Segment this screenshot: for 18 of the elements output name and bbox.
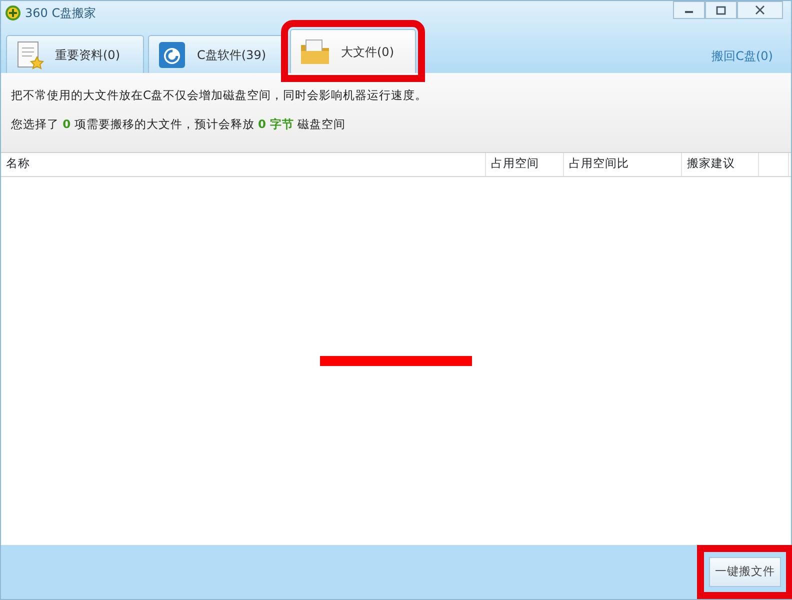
maximize-button[interactable]: [705, 1, 737, 19]
description-text: 把不常使用的大文件放在C盘不仅会增加磁盘空间，同时会影响机器运行速度。: [11, 87, 428, 104]
folder-icon: [299, 36, 331, 66]
document-star-icon: [15, 40, 45, 70]
close-button[interactable]: [737, 1, 783, 19]
column-header[interactable]: 占用空间: [486, 152, 564, 176]
disk-c-icon: [157, 40, 187, 70]
window-title: 360 C盘搬家: [25, 5, 96, 22]
summary-text: 您选择了 0 项需要搬移的大文件，预计会释放 0 字节 磁盘空间: [11, 116, 347, 134]
tab[interactable]: 重要资料(0): [6, 35, 144, 73]
column-header[interactable]: 名称: [1, 152, 486, 176]
column-header[interactable]: 占用空间比: [564, 152, 682, 176]
column-header[interactable]: 搬家建议: [682, 152, 759, 176]
close-icon: [755, 5, 765, 15]
minimize-button[interactable]: [673, 1, 705, 19]
logo-icon: [5, 5, 21, 21]
maximize-icon: [716, 6, 726, 14]
move-files-button[interactable]: 一键搬文件: [709, 557, 781, 587]
